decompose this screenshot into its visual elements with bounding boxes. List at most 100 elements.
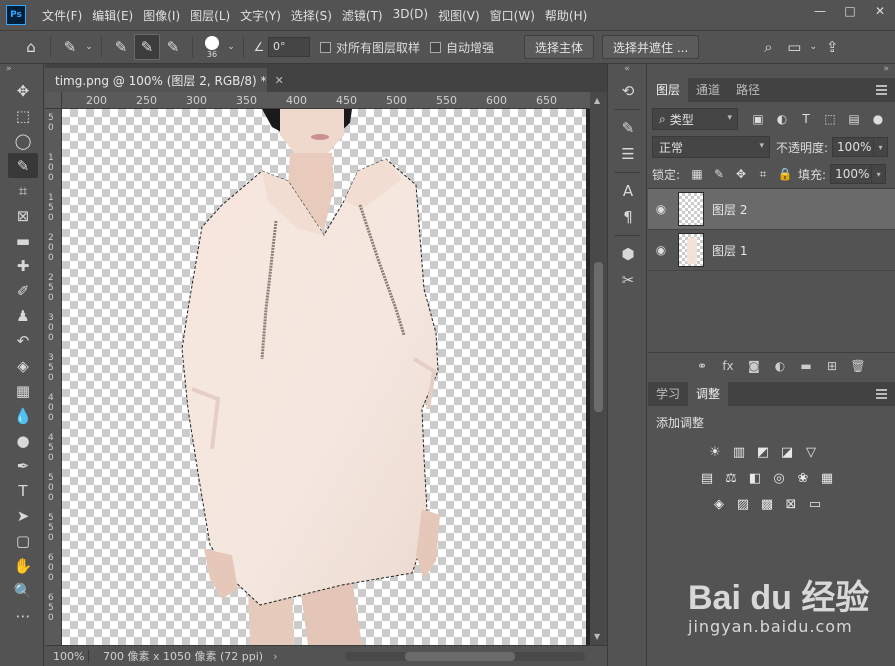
brightness-contrast-icon[interactable]: ☀ — [704, 443, 726, 461]
quick-selection-preset-icon[interactable]: ✎ — [57, 34, 83, 60]
clone-stamp-tool-icon[interactable]: ♟ — [8, 303, 38, 328]
close-button[interactable]: ✕ — [865, 0, 895, 22]
menu-type[interactable]: 文字(Y) — [236, 7, 285, 24]
sample-all-layers-checkbox[interactable]: 对所有图层取样 — [320, 39, 420, 56]
posterize-icon[interactable]: ▨ — [732, 495, 754, 513]
filter-toggle-icon[interactable]: ● — [866, 112, 890, 126]
color-balance-icon[interactable]: ⚖ — [720, 469, 742, 487]
scroll-thumb[interactable] — [405, 652, 515, 661]
color-lookup-icon[interactable]: ▦ — [816, 469, 838, 487]
pen-tool-icon[interactable]: ✒ — [8, 453, 38, 478]
brush-settings-icon[interactable]: ✎ — [608, 115, 648, 141]
channel-mixer-icon[interactable]: ❀ — [792, 469, 814, 487]
curves-icon[interactable]: ◩ — [752, 443, 774, 461]
dodge-tool-icon[interactable]: ● — [8, 428, 38, 453]
tab-channels[interactable]: 通道 — [688, 78, 728, 102]
type-filter-icon[interactable]: T — [794, 112, 818, 126]
panel-menu-icon[interactable] — [876, 85, 887, 97]
menu-filter[interactable]: 滤镜(T) — [338, 7, 387, 24]
vertical-scrollbar[interactable]: ▲ ▼ — [590, 92, 607, 645]
threshold-icon[interactable]: ▩ — [756, 495, 778, 513]
canvas-area[interactable] — [62, 109, 590, 645]
add-to-selection-icon[interactable]: ✎ — [134, 34, 160, 60]
chevron-down-icon[interactable]: ▾ — [874, 137, 889, 157]
zoom-field[interactable]: 100% — [45, 649, 89, 663]
3d-icon[interactable]: ⬢ — [608, 241, 648, 267]
collapse-icon[interactable]: « — [608, 64, 646, 78]
history-brush-tool-icon[interactable]: ↶ — [8, 328, 38, 353]
filter-kind-select[interactable]: ⌕ 类型 ▾ — [652, 108, 738, 130]
shape-filter-icon[interactable]: ⬚ — [818, 112, 842, 126]
new-layer-icon[interactable]: ⊞ — [819, 359, 845, 373]
transparent-canvas[interactable] — [62, 109, 586, 645]
move-tool-icon[interactable]: ✥ — [8, 78, 38, 103]
exposure-icon[interactable]: ◪ — [776, 443, 798, 461]
gradient-map-icon[interactable]: ▭ — [804, 495, 826, 513]
fx-icon[interactable]: fx — [715, 359, 741, 373]
chevron-down-icon[interactable]: ⌄ — [225, 34, 237, 60]
home-icon[interactable]: ⌂ — [18, 34, 44, 60]
new-selection-icon[interactable]: ✎ — [108, 34, 134, 60]
gradient-tool-icon[interactable]: ▦ — [8, 378, 38, 403]
properties-icon[interactable]: ☰ — [608, 141, 648, 167]
adjustment-filter-icon[interactable]: ◐ — [770, 112, 794, 126]
frame-tool-icon[interactable]: ⊠ — [8, 203, 38, 228]
menu-3d[interactable]: 3D(D) — [389, 7, 432, 24]
smart-object-filter-icon[interactable]: ▤ — [842, 112, 866, 126]
delete-layer-icon[interactable]: 🗑 — [845, 359, 871, 373]
rectangle-tool-icon[interactable]: ▢ — [8, 528, 38, 553]
share-icon[interactable]: ⇪ — [819, 34, 845, 60]
scroll-up-icon[interactable]: ▲ — [594, 96, 600, 105]
paragraph-icon[interactable]: ¶ — [608, 204, 648, 230]
invert-icon[interactable]: ◈ — [708, 495, 730, 513]
quick-selection-tool-icon[interactable]: ✎ — [8, 153, 38, 178]
search-icon[interactable]: ⌕ — [755, 34, 781, 60]
lock-all-icon[interactable]: 🔒 — [774, 167, 796, 181]
tab-learn[interactable]: 学习 — [648, 382, 688, 406]
menu-edit[interactable]: 编辑(E) — [88, 7, 137, 24]
link-layers-icon[interactable]: ⚭ — [689, 359, 715, 373]
collapse-icon[interactable]: » — [0, 64, 43, 78]
lock-artboard-icon[interactable]: ⌗ — [752, 167, 774, 182]
menu-help[interactable]: 帮助(H) — [541, 7, 591, 24]
auto-enhance-checkbox[interactable]: 自动增强 — [430, 39, 494, 56]
select-subject-button[interactable]: 选择主体 — [524, 35, 595, 59]
blur-tool-icon[interactable]: 💧 — [8, 403, 38, 428]
eye-icon[interactable]: ◉ — [648, 243, 674, 257]
scroll-thumb[interactable] — [594, 262, 603, 412]
fill-input[interactable]: 100% — [830, 164, 873, 184]
menu-layer[interactable]: 图层(L) — [186, 7, 234, 24]
horizontal-scrollbar[interactable] — [345, 652, 585, 661]
select-and-mask-button[interactable]: 选择并遮住 ... — [602, 35, 700, 59]
menu-view[interactable]: 视图(V) — [434, 7, 484, 24]
document-tab[interactable]: timg.png @ 100% (图层 2, RGB/8) * ✕ — [45, 68, 284, 92]
minimize-button[interactable]: — — [805, 0, 835, 22]
eye-icon[interactable]: ◉ — [648, 202, 674, 216]
photo-filter-icon[interactable]: ◎ — [768, 469, 790, 487]
hand-tool-icon[interactable]: ✋ — [8, 553, 38, 578]
brush-size-picker[interactable]: 36 — [199, 35, 225, 59]
hue-saturation-icon[interactable]: ▤ — [696, 469, 718, 487]
history-icon[interactable]: ⟲ — [608, 78, 648, 104]
vibrance-icon[interactable]: ▽ — [800, 443, 822, 461]
levels-icon[interactable]: ▥ — [728, 443, 750, 461]
lasso-tool-icon[interactable]: ◯ — [8, 128, 38, 153]
healing-brush-tool-icon[interactable]: ✚ — [8, 253, 38, 278]
path-selection-tool-icon[interactable]: ➤ — [8, 503, 38, 528]
brush-tool-icon[interactable]: ✐ — [8, 278, 38, 303]
chevron-down-icon[interactable]: ⌄ — [807, 34, 819, 60]
marquee-tool-icon[interactable]: ⬚ — [8, 103, 38, 128]
chevron-right-icon[interactable]: › — [273, 650, 277, 663]
more-tools-icon[interactable]: ⋯ — [8, 603, 38, 628]
type-tool-icon[interactable]: T — [8, 478, 38, 503]
tab-adjustments[interactable]: 调整 — [688, 382, 729, 406]
add-mask-icon[interactable]: ◙ — [741, 359, 767, 373]
close-icon[interactable]: ✕ — [275, 74, 284, 87]
angle-input[interactable]: 0° — [268, 37, 310, 57]
panel-menu-icon[interactable] — [876, 389, 887, 401]
chevron-down-icon[interactable]: ⌄ — [83, 34, 95, 60]
layer-row[interactable]: ◉ 图层 2 — [648, 189, 895, 230]
zoom-tool-icon[interactable]: 🔍 — [8, 578, 38, 603]
black-white-icon[interactable]: ◧ — [744, 469, 766, 487]
menu-window[interactable]: 窗口(W) — [486, 7, 539, 24]
